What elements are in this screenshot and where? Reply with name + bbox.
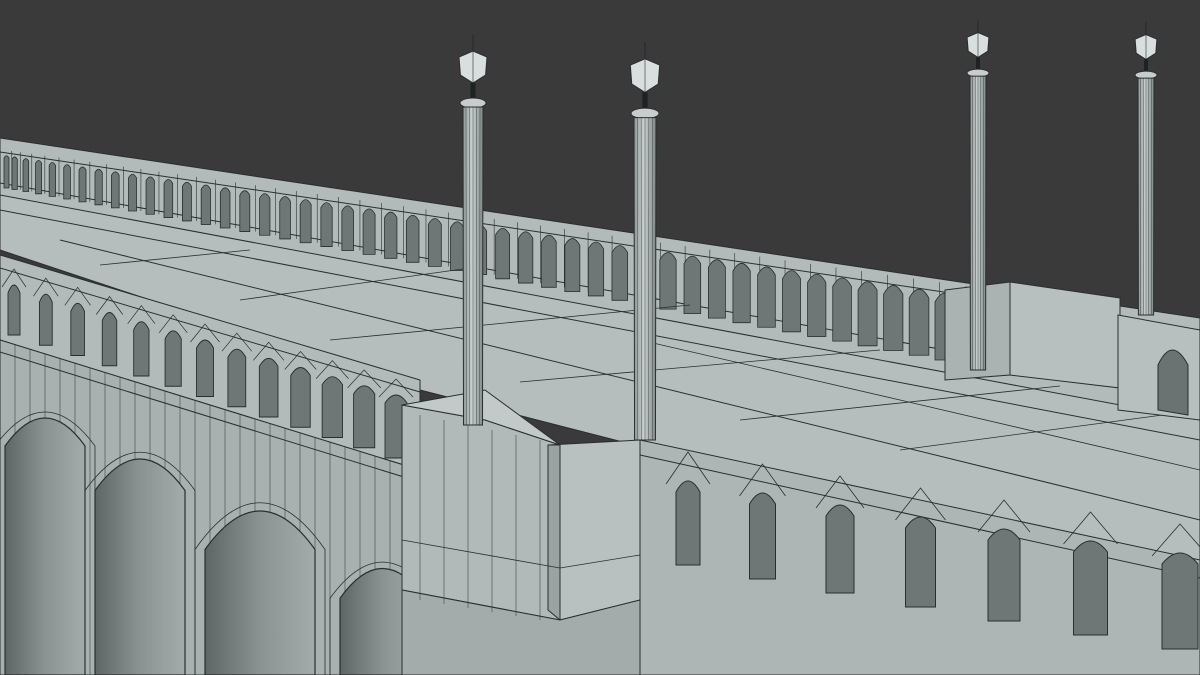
far-railing-window — [883, 285, 904, 351]
far-railing-window — [111, 171, 120, 209]
far-railing-window — [732, 262, 751, 324]
far-railing-window — [908, 288, 930, 356]
near-railing-window — [1161, 552, 1199, 650]
far-railing-window — [259, 193, 271, 236]
lamp-post — [966, 20, 990, 371]
far-railing-window — [659, 252, 677, 310]
far-railing-window — [63, 164, 71, 200]
near-railing-window — [749, 492, 776, 580]
near-railing-window — [675, 480, 701, 566]
near-railing-window — [905, 516, 936, 608]
left-railing-window — [7, 284, 21, 336]
far-railing-window — [757, 266, 776, 328]
far-railing-window — [94, 168, 103, 206]
left-railing-window — [164, 330, 182, 387]
far-railing-window — [279, 196, 291, 240]
near-railing-window — [825, 504, 855, 594]
far-railing-window — [495, 227, 511, 280]
left-railing-window — [227, 348, 247, 408]
far-railing-window — [807, 273, 827, 337]
arch-opening — [4, 417, 86, 675]
far-railing-window — [362, 208, 376, 255]
left-railing-window — [290, 367, 311, 428]
far-railing-window — [22, 158, 30, 192]
far-railing-window — [182, 181, 192, 222]
far-railing-window — [239, 190, 251, 232]
far-railing-window — [587, 241, 605, 297]
far-railing-window — [163, 179, 174, 218]
arch-opening — [94, 458, 186, 675]
left-railing-window — [38, 293, 53, 346]
left-railing-window — [70, 302, 85, 356]
far-railing-window — [200, 184, 211, 225]
far-railing-window — [48, 162, 56, 197]
far-railing-window — [564, 238, 581, 293]
far-railing-window — [707, 259, 726, 319]
far-railing-window — [782, 270, 801, 333]
left-railing-window — [353, 385, 376, 449]
far-railing-window — [518, 231, 534, 284]
far-railing-window — [450, 221, 465, 271]
far-railing-window — [427, 218, 442, 267]
left-railing-window — [258, 357, 279, 418]
far-railing-window — [405, 214, 420, 263]
left-railing-window — [196, 339, 214, 397]
far-railing-window — [611, 245, 629, 301]
far-railing-window — [11, 156, 18, 190]
far-railing-window — [219, 187, 231, 229]
far-railing-window — [35, 160, 42, 195]
left-railing-window — [133, 321, 150, 377]
left-railing-window — [321, 376, 343, 438]
far-railing-window — [299, 199, 312, 244]
far-railing-window — [384, 211, 398, 259]
near-railing-window — [1073, 540, 1108, 636]
far-railing-window — [145, 176, 155, 215]
far-railing-window — [78, 166, 87, 203]
far-railing-window — [320, 202, 333, 247]
far-railing-window — [128, 173, 137, 212]
far-railing-window — [832, 277, 852, 342]
3d-viewport[interactable] — [0, 0, 1200, 675]
bridge-scene — [0, 0, 1200, 675]
far-railing-window — [541, 234, 557, 288]
far-railing-window — [857, 281, 878, 347]
left-railing-window — [101, 312, 118, 367]
arch-opening — [204, 510, 316, 675]
far-railing-window — [341, 205, 354, 251]
far-railing-window — [3, 155, 10, 189]
near-railing-window — [987, 528, 1021, 622]
